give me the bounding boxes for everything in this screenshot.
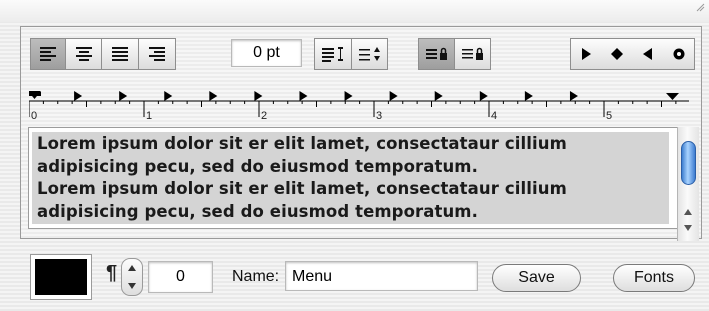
align-left-icon [40, 47, 56, 61]
paragraph-number-value: 0 [176, 268, 185, 285]
ruler-label: 4 [491, 110, 497, 121]
left-tab-stop[interactable] [299, 91, 308, 101]
stepper-up-icon[interactable] [127, 264, 137, 272]
ruler[interactable]: 0 1 2 3 4 5 [29, 87, 689, 121]
keep-together-lock-icon [461, 47, 483, 60]
ruler-label: 2 [261, 110, 267, 121]
tab-stops[interactable] [74, 91, 578, 101]
paragraph-stepper[interactable] [121, 258, 143, 296]
alignment-segmented-control [30, 38, 176, 70]
ruler-ticks [29, 101, 677, 117]
text-line: Lorem ipsum dolor sit er elit lamet, con… [37, 179, 567, 198]
stepper-down-icon[interactable] [127, 282, 137, 290]
line-height-button[interactable] [314, 38, 352, 70]
text-line: adipisicing pecu, sed do eiusmod tempora… [37, 201, 478, 221]
save-button[interactable]: Save [492, 264, 581, 292]
fonts-button[interactable]: Fonts [613, 264, 695, 292]
left-tab-stop[interactable] [119, 91, 128, 101]
keep-lines-segmented-control [418, 38, 491, 70]
text-line: Lorem ipsum dolor sit er elit lamet, con… [37, 134, 567, 153]
spacing-field[interactable]: 0 pt [231, 39, 302, 67]
align-justify-icon [112, 47, 128, 61]
align-center-icon [75, 47, 92, 61]
align-justify-button[interactable] [102, 38, 139, 70]
paragraph-number-field[interactable]: 0 [148, 261, 213, 293]
color-swatch [35, 259, 87, 295]
scroll-thumb[interactable] [681, 141, 696, 185]
text-style-panel: 0 pt 0 1 2 3 4 5 Lorem ipsum dolor sit e… [20, 26, 702, 241]
left-tab-stop[interactable] [164, 91, 173, 101]
paragraph-icon: ¶ [106, 262, 118, 284]
scroll-up-arrow-icon[interactable] [683, 207, 693, 217]
line-spacing-segmented-control [314, 38, 388, 70]
left-tab-icon[interactable] [579, 47, 593, 61]
text-content[interactable]: Lorem ipsum dolor sit er elit lamet, con… [37, 133, 567, 223]
decimal-tab-icon[interactable] [672, 47, 686, 61]
left-tab-stop[interactable] [209, 91, 218, 101]
ruler-label: 5 [606, 110, 612, 121]
left-indent-marker[interactable] [29, 92, 41, 96]
ruler-labels: 0 1 2 3 4 5 [31, 110, 612, 121]
keep-with-next-button[interactable] [418, 38, 455, 70]
name-label: Name: [232, 268, 280, 285]
ruler-label: 3 [376, 110, 382, 121]
left-tab-stop[interactable] [74, 91, 83, 101]
keep-together-button[interactable] [455, 38, 491, 70]
left-tab-stop[interactable] [524, 91, 533, 101]
text-line: adipisicing pecu, sed do eiusmod tempora… [37, 156, 478, 176]
vertical-scrollbar[interactable] [677, 127, 699, 241]
color-well[interactable] [30, 254, 92, 300]
line-height-icon [322, 47, 343, 62]
left-tab-stop[interactable] [389, 91, 398, 101]
ruler-label: 0 [31, 110, 37, 121]
scroll-down-arrow-icon[interactable] [683, 223, 693, 233]
right-tab-icon[interactable] [641, 47, 655, 61]
paragraph-spacing-icon [358, 47, 380, 61]
align-left-button[interactable] [30, 38, 66, 70]
paragraph-spacing-button[interactable] [352, 38, 388, 70]
tab-stop-type-control [570, 38, 695, 70]
left-tab-stop[interactable] [254, 91, 263, 101]
ruler-label: 1 [146, 110, 152, 121]
left-tab-stop[interactable] [569, 91, 578, 101]
resize-grip-icon[interactable] [695, 2, 705, 12]
spacing-value: 0 pt [253, 44, 280, 61]
align-right-icon [149, 47, 165, 61]
align-right-button[interactable] [139, 38, 176, 70]
tab-stop-wells[interactable] [570, 38, 695, 70]
left-tab-stop[interactable] [479, 91, 488, 101]
text-view[interactable]: Lorem ipsum dolor sit er elit lamet, con… [28, 127, 678, 229]
name-input[interactable]: Menu [285, 261, 478, 291]
keep-with-next-lock-icon [425, 47, 447, 60]
window-titlebar [0, 0, 709, 22]
left-tab-stop[interactable] [344, 91, 353, 101]
align-center-button[interactable] [66, 38, 102, 70]
center-tab-icon[interactable] [610, 47, 624, 61]
left-tab-stop[interactable] [434, 91, 443, 101]
right-indent-marker[interactable] [666, 93, 679, 100]
